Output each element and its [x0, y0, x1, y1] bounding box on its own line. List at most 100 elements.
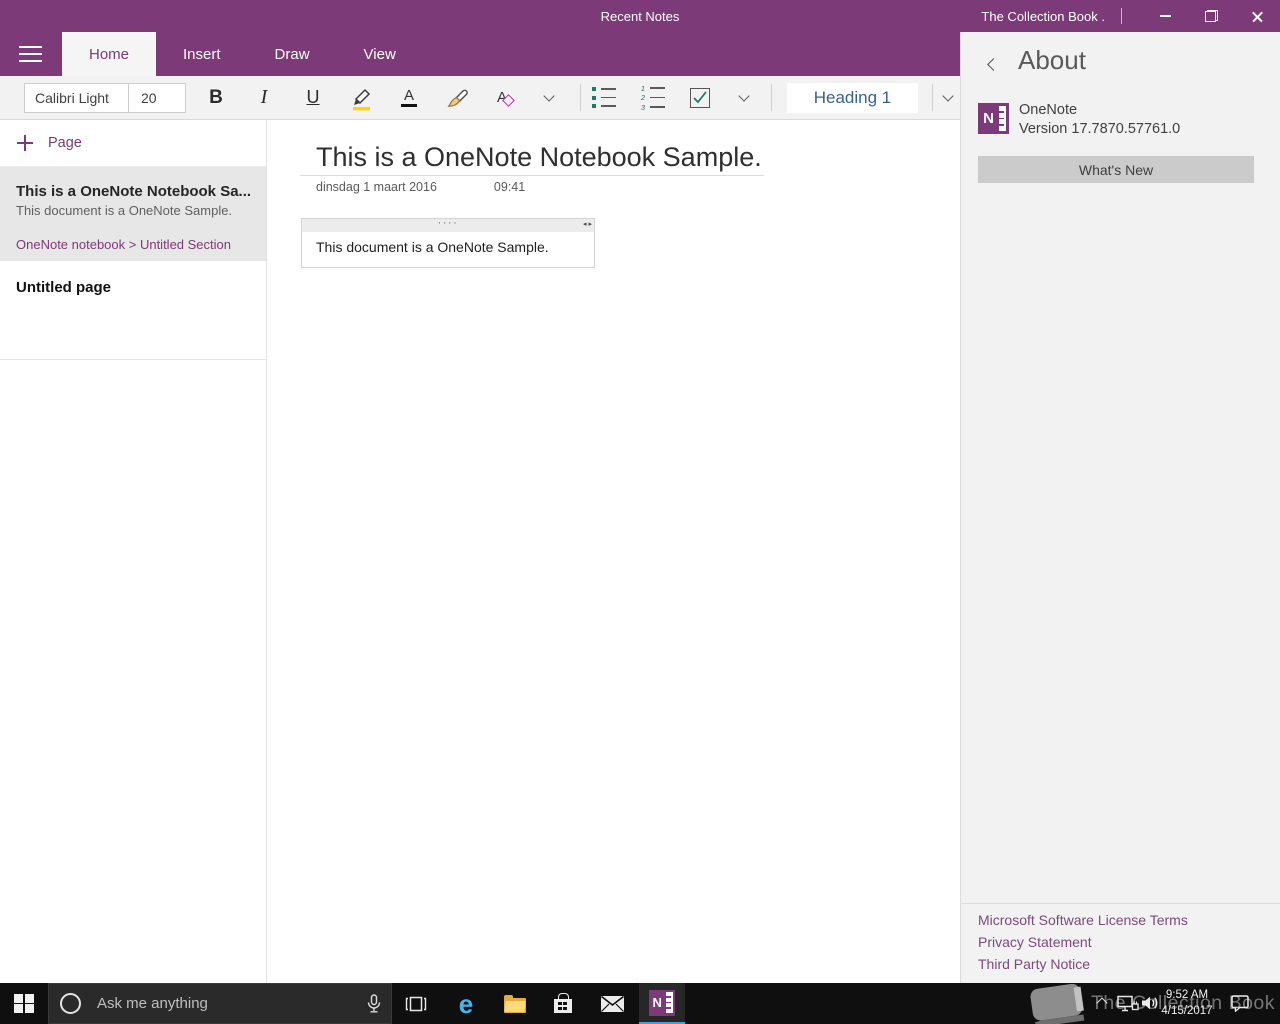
- close-icon: [1251, 10, 1264, 23]
- font-size-select[interactable]: 20: [129, 84, 185, 112]
- microphone-icon[interactable]: [367, 993, 381, 1014]
- back-button[interactable]: [983, 54, 1003, 74]
- font-color-button[interactable]: A: [387, 76, 431, 119]
- clear-formatting-button[interactable]: A: [483, 76, 527, 119]
- license-terms-link[interactable]: Microsoft Software License Terms: [978, 912, 1188, 928]
- chevron-down-icon: [543, 89, 555, 102]
- onenote-app-window: Recent Notes The Collection Book . Home …: [0, 0, 1280, 1024]
- toolbar-divider: [771, 84, 772, 111]
- tab-view[interactable]: View: [337, 32, 423, 76]
- note-container[interactable]: ···· ◂ ▸ This document is a OneNote Samp…: [301, 218, 595, 268]
- tab-home[interactable]: Home: [62, 32, 157, 76]
- close-button[interactable]: [1234, 0, 1280, 32]
- search-input[interactable]: [95, 994, 367, 1013]
- font-controls: Calibri Light 20: [24, 83, 186, 113]
- file-explorer-taskbar-button[interactable]: [493, 983, 537, 1024]
- note-container-handle[interactable]: ···· ◂ ▸: [302, 218, 594, 232]
- page-item-subtitle: This document is a OneNote Sample.: [16, 203, 233, 218]
- more-formatting-button[interactable]: [531, 76, 567, 119]
- styles-dropdown-button[interactable]: [936, 76, 960, 119]
- restore-button[interactable]: [1188, 0, 1234, 32]
- more-lists-button[interactable]: [726, 76, 762, 119]
- about-panel: About N OneNote Version 17.7870.57761.0 …: [960, 32, 1280, 983]
- edge-icon: e: [458, 988, 474, 1019]
- windows-taskbar: e N The Colle: [0, 983, 1280, 1024]
- format-painter-button[interactable]: [435, 76, 479, 119]
- restore-icon: [1204, 10, 1218, 22]
- page-title[interactable]: This is a OneNote Notebook Sample.: [316, 142, 762, 173]
- start-button[interactable]: [0, 983, 48, 1024]
- formatting-toolbar: Calibri Light 20 B I U A A 1 2 3 Heading…: [0, 76, 960, 120]
- font-name-select[interactable]: Calibri Light: [25, 84, 128, 112]
- format-painter-icon: [447, 89, 468, 107]
- italic-button[interactable]: I: [242, 76, 286, 119]
- onenote-taskbar-button[interactable]: N: [639, 983, 685, 1024]
- privacy-statement-link[interactable]: Privacy Statement: [978, 934, 1188, 950]
- hamburger-menu-button[interactable]: [8, 32, 52, 76]
- task-view-button[interactable]: [392, 983, 440, 1024]
- clock-time: 9:52 AM: [1165, 989, 1209, 1001]
- bullet-list-button[interactable]: [582, 76, 626, 119]
- bullet-list-icon: [592, 87, 616, 108]
- highlighter-icon: [352, 88, 370, 110]
- about-links: Microsoft Software License Terms Privacy…: [978, 912, 1188, 972]
- resize-handle-icon[interactable]: ◂ ▸: [583, 220, 592, 229]
- app-name: OneNote: [1019, 102, 1078, 118]
- highlighter-button[interactable]: [339, 76, 383, 119]
- add-page-label: Page: [48, 135, 82, 151]
- page-item-title: Untitled page: [16, 279, 112, 296]
- note-canvas[interactable]: This is a OneNote Notebook Sample. dinsd…: [268, 120, 960, 983]
- chevron-down-icon: [738, 89, 750, 102]
- third-party-notice-link[interactable]: Third Party Notice: [978, 956, 1188, 972]
- page-time: 09:41: [493, 180, 526, 194]
- page-meta: dinsdag 1 maart 2016 09:41: [316, 180, 525, 194]
- ribbon-tabs: Home Insert Draw View: [62, 32, 423, 76]
- note-text[interactable]: This document is a OneNote Sample.: [302, 232, 594, 255]
- task-view-icon: [405, 996, 427, 1011]
- bold-button[interactable]: B: [194, 76, 238, 119]
- paragraph-style-select[interactable]: Heading 1: [787, 83, 918, 113]
- italic-icon: I: [260, 86, 268, 108]
- title-underline: [300, 175, 764, 176]
- font-color-icon: A: [401, 88, 417, 108]
- edge-taskbar-button[interactable]: e: [444, 983, 488, 1024]
- todo-checkbox-button[interactable]: [678, 76, 722, 119]
- tab-draw[interactable]: Draw: [248, 32, 337, 76]
- page-list-item[interactable]: Untitled page: [0, 261, 266, 360]
- store-taskbar-button[interactable]: [541, 983, 585, 1024]
- app-version: Version 17.7870.57761.0: [1019, 121, 1181, 137]
- page-date: dinsdag 1 maart 2016: [316, 180, 437, 194]
- add-page-button[interactable]: Page: [0, 120, 266, 167]
- watermark-book-icon: [1030, 984, 1085, 1024]
- mail-taskbar-button[interactable]: [590, 983, 634, 1024]
- clear-formatting-icon: A: [497, 89, 515, 107]
- action-center-icon[interactable]: [1231, 995, 1249, 1012]
- plus-icon: [17, 135, 33, 151]
- drag-handle-icon[interactable]: ····: [302, 218, 594, 229]
- mail-icon: [600, 995, 624, 1012]
- taskbar-clock[interactable]: 9:52 AM 4/15/2017: [1158, 987, 1216, 1019]
- todo-checkbox-icon: [690, 87, 710, 108]
- page-list-item-selected[interactable]: This is a OneNote Notebook Sa... This do…: [0, 167, 266, 261]
- title-bar: Recent Notes The Collection Book .: [0, 0, 1280, 32]
- network-tray-icon[interactable]: [1117, 995, 1139, 1013]
- chevron-left-icon: [986, 57, 1000, 71]
- numbered-list-button[interactable]: 1 2 3: [630, 76, 674, 119]
- clock-date: 4/15/2017: [1161, 1005, 1213, 1017]
- collection-book-title: The Collection Book .: [981, 8, 1105, 24]
- pages-sidebar: Page This is a OneNote Notebook Sa... Th…: [0, 120, 267, 983]
- cortana-search-box[interactable]: [48, 983, 392, 1024]
- tab-insert[interactable]: Insert: [156, 32, 248, 76]
- about-panel-title: About: [1018, 45, 1086, 75]
- cortana-icon: [60, 993, 81, 1014]
- page-item-breadcrumb: OneNote notebook > Untitled Section: [16, 237, 232, 252]
- whats-new-button[interactable]: What's New: [978, 156, 1254, 183]
- ribbon-tab-row: Home Insert Draw View: [0, 32, 960, 76]
- numbered-list-icon: 1 2 3: [639, 84, 665, 111]
- onenote-icon: N: [649, 989, 675, 1016]
- page-item-title: This is a OneNote Notebook Sa...: [16, 183, 250, 200]
- underline-button[interactable]: U: [291, 76, 335, 119]
- onenote-app-icon: N: [978, 103, 1009, 134]
- minimize-button[interactable]: [1142, 0, 1188, 32]
- minimize-icon: [1159, 15, 1171, 17]
